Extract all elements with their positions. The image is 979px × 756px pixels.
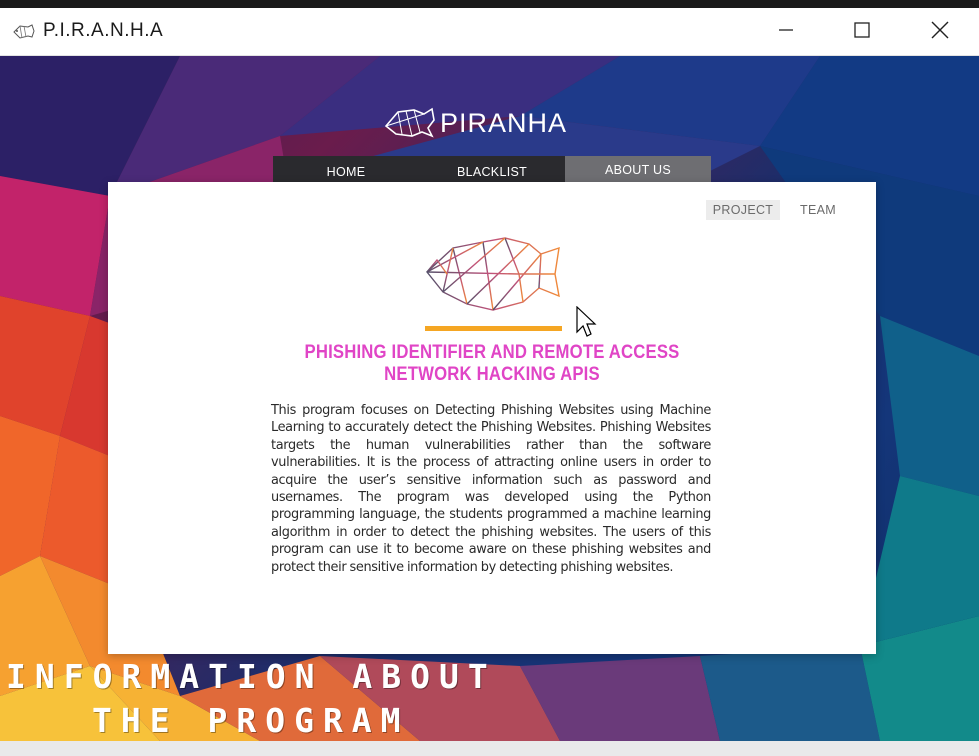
caption-line-2: THE PROGRAM (92, 701, 410, 740)
close-button[interactable] (914, 8, 966, 56)
subtab-team[interactable]: TEAM (792, 200, 844, 220)
about-description: This program focuses on Detecting Phishi… (271, 403, 711, 575)
maximize-icon (854, 21, 870, 43)
app-content-area: PIRANHA HOME BLACKLIST ABOUT US PROJECT … (0, 56, 979, 741)
maximize-button[interactable] (836, 8, 888, 56)
nav-blacklist[interactable]: BLACKLIST (419, 156, 565, 183)
bottom-strip (0, 741, 979, 756)
fish-icon (12, 23, 36, 41)
main-nav: HOME BLACKLIST ABOUT US (273, 156, 711, 183)
piranha-logo-icon (384, 106, 438, 145)
nav-home[interactable]: HOME (273, 156, 419, 183)
accent-divider (425, 326, 562, 331)
subtab-project[interactable]: PROJECT (706, 200, 780, 220)
geometric-fish-icon (423, 234, 563, 321)
window-titlebar[interactable]: P.I.R.A.N.H.A (0, 8, 979, 56)
about-heading: PHISHING IDENTIFIER AND REMOTE ACCESS NE… (304, 342, 680, 385)
caption-line-1: INFORMATION ABOUT (6, 657, 497, 696)
about-card: PROJECT TEAM PHISHING IDENTIFIER AND REM… (108, 182, 876, 654)
brand-header: PIRANHA (384, 106, 584, 142)
close-icon (931, 21, 949, 44)
minimize-icon (778, 22, 794, 43)
screen-top-strip (0, 0, 979, 8)
window-title: P.I.R.A.N.H.A (43, 20, 164, 41)
brand-name: PIRANHA (440, 108, 568, 138)
minimize-button[interactable] (760, 8, 812, 56)
mouse-pointer-icon (576, 305, 598, 343)
nav-about-us[interactable]: ABOUT US (565, 156, 711, 183)
program-caption: INFORMATION ABOUT THE PROGRAM (6, 655, 526, 741)
